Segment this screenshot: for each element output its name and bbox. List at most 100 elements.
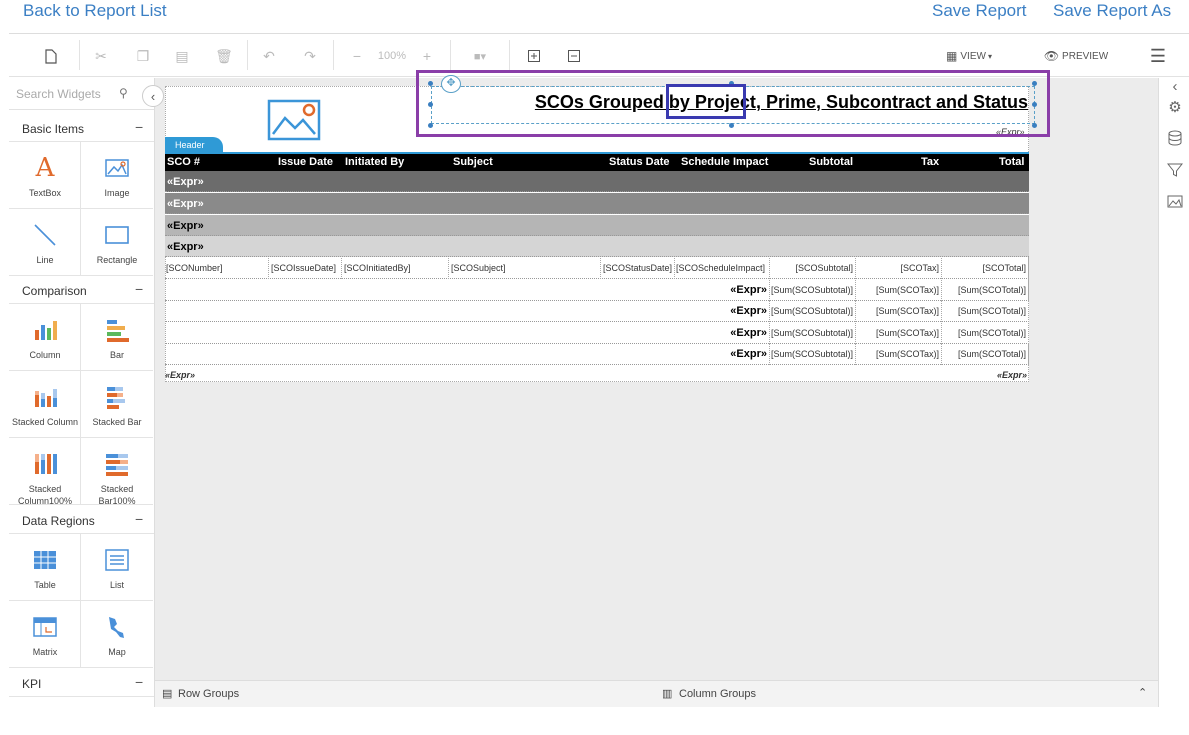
widget-column[interactable]: Column bbox=[9, 304, 81, 371]
chevron-up-icon[interactable]: ⌃ bbox=[1138, 686, 1147, 699]
total-cell[interactable]: [Sum(SCOSubtotal)] bbox=[770, 301, 856, 322]
collapse-icon[interactable]: − bbox=[135, 511, 143, 527]
redo-icon[interactable]: ↷ bbox=[302, 46, 318, 66]
footer-expr-right[interactable]: «Expr» bbox=[997, 370, 1027, 380]
total-label[interactable]: «Expr» bbox=[165, 301, 770, 322]
total-cell[interactable]: [Sum(SCOTax)] bbox=[856, 301, 942, 322]
collapse-icon[interactable]: − bbox=[135, 281, 143, 297]
zoom-out-icon[interactable]: − bbox=[349, 46, 365, 66]
footer-row[interactable]: «Expr» «Expr» bbox=[165, 366, 1029, 381]
column-header[interactable]: Tax bbox=[921, 156, 939, 168]
chevron-left-icon[interactable]: ‹ bbox=[1166, 78, 1184, 96]
column-header[interactable]: Status Date bbox=[609, 156, 670, 168]
column-groups-icon[interactable]: ▥ bbox=[662, 687, 672, 700]
zoom-level[interactable]: 100% bbox=[375, 46, 409, 66]
column-groups-label[interactable]: Column Groups bbox=[679, 688, 756, 700]
total-cell[interactable]: [Sum(SCOTotal)] bbox=[942, 301, 1029, 322]
total-label[interactable]: «Expr» bbox=[165, 344, 770, 365]
cut-icon[interactable]: ✂ bbox=[93, 46, 109, 66]
widget-map[interactable]: Map bbox=[81, 601, 153, 668]
total-cell[interactable]: [Sum(SCOTax)] bbox=[856, 323, 942, 344]
paste-icon[interactable]: ▤ bbox=[174, 46, 190, 66]
insert-row-above-icon[interactable] bbox=[527, 46, 541, 66]
total-label[interactable]: «Expr» bbox=[165, 323, 770, 344]
table-cell[interactable]: [SCOSubtotal] bbox=[770, 258, 856, 279]
group-row[interactable]: «Expr» bbox=[165, 193, 1029, 214]
section-data-regions[interactable]: Data Regions − bbox=[9, 507, 154, 534]
group-row[interactable]: «Expr» bbox=[165, 236, 1029, 257]
column-header[interactable]: SCO # bbox=[167, 156, 200, 168]
total-cell[interactable]: [Sum(SCOTax)] bbox=[856, 280, 942, 301]
column-header[interactable]: Initiated By bbox=[345, 156, 404, 168]
table-cell[interactable]: [SCONumber] bbox=[165, 258, 269, 279]
footer-expr-left[interactable]: «Expr» bbox=[165, 370, 195, 380]
search-icon[interactable]: ⚲ bbox=[119, 86, 128, 100]
image-settings-icon[interactable] bbox=[1166, 194, 1184, 212]
delete-icon[interactable]: 🗑 bbox=[215, 46, 233, 66]
widget-stacked-bar[interactable]: Stacked Bar bbox=[81, 371, 153, 438]
widget-table[interactable]: Table bbox=[9, 534, 81, 601]
save-report-link[interactable]: Save Report bbox=[932, 1, 1027, 21]
new-icon[interactable] bbox=[43, 46, 59, 66]
collapse-sidebar-button[interactable]: ‹ bbox=[142, 85, 164, 107]
view-dropdown[interactable]: ▦ VIEW ▾ bbox=[939, 46, 999, 66]
table-cell[interactable]: [SCOInitiatedBy] bbox=[342, 258, 449, 279]
layer-order-icon[interactable]: ■▾ bbox=[467, 46, 493, 66]
table-header-row[interactable]: SCO # Issue Date Initiated By Subject St… bbox=[165, 154, 1029, 171]
table-cell[interactable]: [SCOTotal] bbox=[942, 258, 1029, 279]
column-header[interactable]: Schedule Impact bbox=[681, 156, 768, 168]
total-cell[interactable]: [Sum(SCOSubtotal)] bbox=[770, 344, 856, 365]
total-row[interactable]: «Expr» [Sum(SCOSubtotal)] [Sum(SCOTax)] … bbox=[165, 344, 1029, 365]
insert-row-below-icon[interactable] bbox=[567, 46, 581, 66]
detail-row[interactable]: [SCONumber] [SCOIssueDate] [SCOInitiated… bbox=[165, 258, 1029, 279]
total-cell[interactable]: [Sum(SCOTotal)] bbox=[942, 344, 1029, 365]
total-cell[interactable]: [Sum(SCOTotal)] bbox=[942, 280, 1029, 301]
widget-stacked-bar-100[interactable]: Stacked Bar100% bbox=[81, 438, 153, 506]
column-header[interactable]: Subject bbox=[453, 156, 493, 168]
section-basic-items[interactable]: Basic Items − bbox=[9, 115, 154, 142]
table-cell[interactable]: [SCOScheduleImpact] bbox=[675, 258, 770, 279]
widget-matrix[interactable]: Matrix bbox=[9, 601, 81, 668]
table-cell[interactable]: [SCOSubject] bbox=[449, 258, 601, 279]
image-placeholder-icon[interactable] bbox=[267, 98, 323, 142]
total-row[interactable]: «Expr» [Sum(SCOSubtotal)] [Sum(SCOTax)] … bbox=[165, 301, 1029, 322]
menu-icon[interactable]: ☰ bbox=[1147, 46, 1169, 66]
widget-stacked-column[interactable]: Stacked Column bbox=[9, 371, 81, 438]
preview-button[interactable]: 👁 PREVIEW bbox=[1043, 46, 1109, 66]
back-to-report-list-link[interactable]: Back to Report List bbox=[23, 1, 167, 21]
header-tab[interactable]: Header bbox=[165, 137, 223, 152]
total-row[interactable]: «Expr» [Sum(SCOSubtotal)] [Sum(SCOTax)] … bbox=[165, 323, 1029, 344]
search-input[interactable]: Search Widgets bbox=[16, 87, 101, 101]
group-row[interactable]: «Expr» bbox=[165, 215, 1029, 236]
widget-rectangle[interactable]: Rectangle bbox=[81, 209, 153, 276]
search-widgets[interactable]: Search Widgets ⚲ bbox=[9, 78, 154, 110]
collapse-icon[interactable]: − bbox=[135, 119, 143, 135]
widget-bar[interactable]: Bar bbox=[81, 304, 153, 371]
column-header[interactable]: Issue Date bbox=[278, 156, 333, 168]
total-cell[interactable]: [Sum(SCOTotal)] bbox=[942, 323, 1029, 344]
copy-icon[interactable]: ❐ bbox=[135, 46, 151, 66]
widget-list[interactable]: List bbox=[81, 534, 153, 601]
section-comparison[interactable]: Comparison − bbox=[9, 277, 154, 304]
table-cell[interactable]: [SCOTax] bbox=[856, 258, 942, 279]
total-row[interactable]: «Expr» [Sum(SCOSubtotal)] [Sum(SCOTax)] … bbox=[165, 280, 1029, 301]
total-label[interactable]: «Expr» bbox=[165, 280, 770, 301]
total-cell[interactable]: [Sum(SCOTax)] bbox=[856, 344, 942, 365]
database-icon[interactable] bbox=[1166, 130, 1184, 148]
widget-stacked-column-100[interactable]: Stacked Column100% bbox=[9, 438, 81, 506]
zoom-in-icon[interactable]: + bbox=[419, 46, 435, 66]
column-header[interactable]: Total bbox=[999, 156, 1024, 168]
section-kpi[interactable]: KPI − bbox=[9, 670, 154, 697]
filter-icon[interactable] bbox=[1166, 162, 1184, 180]
total-cell[interactable]: [Sum(SCOSubtotal)] bbox=[770, 323, 856, 344]
column-header[interactable]: Subtotal bbox=[809, 156, 853, 168]
undo-icon[interactable]: ↶ bbox=[261, 46, 277, 66]
widget-image[interactable]: Image bbox=[81, 142, 153, 209]
row-groups-label[interactable]: Row Groups bbox=[178, 688, 239, 700]
gear-icon[interactable]: ⚙ bbox=[1166, 98, 1184, 116]
row-groups-icon[interactable]: ▤ bbox=[162, 687, 172, 700]
table-cell[interactable]: [SCOIssueDate] bbox=[269, 258, 342, 279]
table-cell[interactable]: [SCOStatusDate] bbox=[601, 258, 675, 279]
total-cell[interactable]: [Sum(SCOSubtotal)] bbox=[770, 280, 856, 301]
widget-line[interactable]: Line bbox=[9, 209, 81, 276]
